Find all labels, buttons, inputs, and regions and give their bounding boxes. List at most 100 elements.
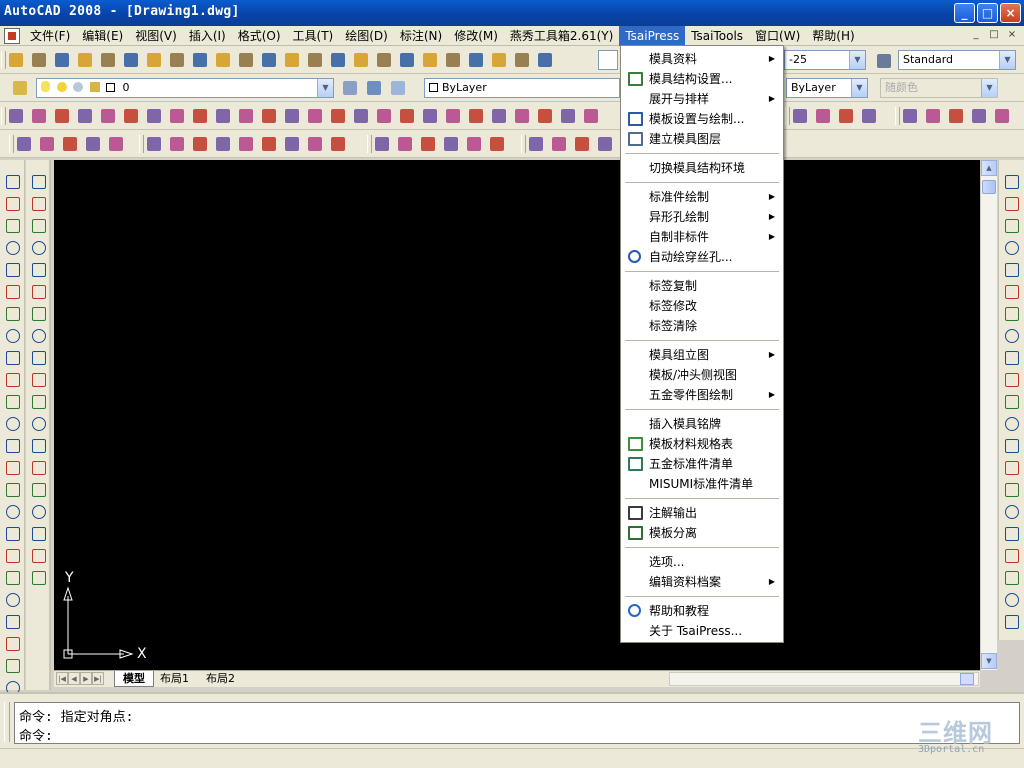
tsaipress-menu-item[interactable]: 模具组立图 ▶ xyxy=(623,345,781,365)
draw-tool-icon[interactable] xyxy=(29,216,47,234)
tsai-right-tool-icon[interactable] xyxy=(790,106,810,126)
draw-tool-icon[interactable] xyxy=(29,370,47,388)
standard-tool-icon[interactable] xyxy=(167,50,187,70)
modify-tool-icon[interactable] xyxy=(3,634,21,652)
menu-6[interactable]: 绘图(D) xyxy=(339,26,394,46)
tsaipress-library-tool-icon[interactable] xyxy=(328,134,348,154)
modify-tool-icon[interactable] xyxy=(3,414,21,432)
tsai-right-tool-icon[interactable] xyxy=(836,106,856,126)
tsai-dim-tool-icon[interactable] xyxy=(1002,546,1020,564)
tsaipress-menu-item[interactable]: 展开与排样 ▶ xyxy=(623,89,781,109)
chevron-down-icon[interactable]: ▼ xyxy=(849,51,865,69)
tsai-dim-tool-icon[interactable] xyxy=(1002,502,1020,520)
standard-tool-icon[interactable] xyxy=(190,50,210,70)
tsai-dim-tool-icon[interactable] xyxy=(1002,370,1020,388)
dimension-tool-icon[interactable] xyxy=(190,106,210,126)
modify-tool-icon[interactable] xyxy=(3,568,21,586)
standard-tool-icon[interactable] xyxy=(52,50,72,70)
tsaipress-library-tool-icon[interactable] xyxy=(167,134,187,154)
dimension-tool-icon[interactable] xyxy=(121,106,141,126)
prev-tab-icon[interactable]: ◀ xyxy=(68,672,80,685)
drawing-canvas[interactable]: Y X xyxy=(54,160,980,670)
dim-style-combo[interactable]: -25 ▼ xyxy=(784,50,866,70)
document-icon[interactable] xyxy=(4,28,20,44)
standard-tool-icon[interactable] xyxy=(512,50,532,70)
tsai-dim-tool-icon[interactable] xyxy=(1002,348,1020,366)
layer-combo[interactable]: 0 ▼ xyxy=(36,78,334,98)
tsaipress-draw-tool-icon[interactable] xyxy=(595,134,615,154)
standard-tool-icon[interactable] xyxy=(374,50,394,70)
modify-tool-icon[interactable] xyxy=(3,436,21,454)
tsaipress-menu-item[interactable]: 关于 TsaiPress... xyxy=(623,621,781,641)
menu-3[interactable]: 插入(I) xyxy=(183,26,232,46)
tsaipress-tool-icon[interactable] xyxy=(37,134,57,154)
tab-layout2[interactable]: 布局2 xyxy=(198,671,243,687)
modify-tool-icon[interactable] xyxy=(3,216,21,234)
standard-tool-icon[interactable] xyxy=(121,50,141,70)
draw-tool-icon[interactable] xyxy=(29,414,47,432)
modify-tool-icon[interactable] xyxy=(3,392,21,410)
tsaipress-hole-tool-icon[interactable] xyxy=(418,134,438,154)
vertical-scrollbar[interactable]: ▲ ▼ xyxy=(980,160,997,670)
draw-tool-icon[interactable] xyxy=(29,172,47,190)
dimension-tool-icon[interactable] xyxy=(466,106,486,126)
tsaipress-library-tool-icon[interactable] xyxy=(236,134,256,154)
tsaipress-menu-item[interactable]: 五金标准件清单 xyxy=(623,454,781,474)
make-current-layer-icon[interactable] xyxy=(340,78,360,98)
menu-9[interactable]: 燕秀工具箱2.61(Y) xyxy=(504,26,619,46)
chevron-down-icon[interactable]: ▼ xyxy=(999,51,1015,69)
tsaipress-menu-item[interactable]: 自动绘穿丝孔... xyxy=(623,247,781,267)
standard-tool-icon[interactable] xyxy=(535,50,555,70)
tsai-dim-tool-icon[interactable] xyxy=(1002,282,1020,300)
tsaipress-hole-tool-icon[interactable] xyxy=(441,134,461,154)
menu-5[interactable]: 工具(T) xyxy=(287,26,340,46)
modify-tool-icon[interactable] xyxy=(3,304,21,322)
standard-tool-icon[interactable] xyxy=(305,50,325,70)
dimension-tool-icon[interactable] xyxy=(535,106,555,126)
menu-2[interactable]: 视图(V) xyxy=(129,26,183,46)
tsai-tools-tool-icon[interactable] xyxy=(946,106,966,126)
modify-tool-icon[interactable] xyxy=(3,370,21,388)
command-grip[interactable] xyxy=(4,702,10,742)
tsai-dim-tool-icon[interactable] xyxy=(1002,238,1020,256)
layer-states-icon[interactable] xyxy=(388,78,408,98)
tsaipress-tool-icon[interactable] xyxy=(60,134,80,154)
draw-tool-icon[interactable] xyxy=(29,260,47,278)
tsaipress-hole-tool-icon[interactable] xyxy=(464,134,484,154)
modify-tool-icon[interactable] xyxy=(3,656,21,674)
tsaipress-menu-item[interactable]: 注解输出 xyxy=(623,503,781,523)
menu-13[interactable]: 帮助(H) xyxy=(806,26,860,46)
standard-tool-icon[interactable] xyxy=(75,50,95,70)
tsai-dim-tool-icon[interactable] xyxy=(1002,216,1020,234)
dimension-tool-icon[interactable] xyxy=(512,106,532,126)
standard-tool-icon[interactable] xyxy=(466,50,486,70)
tsaipress-menu-item[interactable]: 标签修改 xyxy=(623,296,781,316)
chevron-down-icon[interactable]: ▼ xyxy=(851,79,867,97)
modify-tool-icon[interactable] xyxy=(3,612,21,630)
dimension-tool-icon[interactable] xyxy=(75,106,95,126)
tsaipress-menu-item[interactable]: 帮助和教程 xyxy=(623,601,781,621)
tsaipress-menu-item[interactable]: 五金零件图绘制 ▶ xyxy=(623,385,781,405)
last-tab-icon[interactable]: ▶| xyxy=(92,672,104,685)
tsai-right-tool-icon[interactable] xyxy=(859,106,879,126)
text-style-combo-partial[interactable] xyxy=(598,50,618,70)
tsaipress-menu-item[interactable]: 自制非标件 ▶ xyxy=(623,227,781,247)
hscroll-thumb[interactable] xyxy=(960,673,974,685)
draw-tool-icon[interactable] xyxy=(29,458,47,476)
mdi-minimize-button[interactable]: _ xyxy=(968,28,984,43)
tsaipress-menu-item[interactable]: 标签清除 xyxy=(623,316,781,336)
tsai-tools-tool-icon[interactable] xyxy=(923,106,943,126)
dimension-tool-icon[interactable] xyxy=(98,106,118,126)
layer-manager-icon[interactable] xyxy=(10,78,30,98)
draw-tool-icon[interactable] xyxy=(29,194,47,212)
tsai-dim-tool-icon[interactable] xyxy=(1002,524,1020,542)
draw-tool-icon[interactable] xyxy=(29,326,47,344)
modify-tool-icon[interactable] xyxy=(3,238,21,256)
tsaipress-library-tool-icon[interactable] xyxy=(144,134,164,154)
scroll-up-arrow-icon[interactable]: ▲ xyxy=(981,160,997,176)
close-button[interactable]: × xyxy=(1000,3,1021,23)
tsaipress-menu-item[interactable]: 编辑资料档案 ▶ xyxy=(623,572,781,592)
tsaipress-menu-item[interactable]: 模板分离 xyxy=(623,523,781,543)
tsai-tools-tool-icon[interactable] xyxy=(900,106,920,126)
tsai-dim-tool-icon[interactable] xyxy=(1002,172,1020,190)
